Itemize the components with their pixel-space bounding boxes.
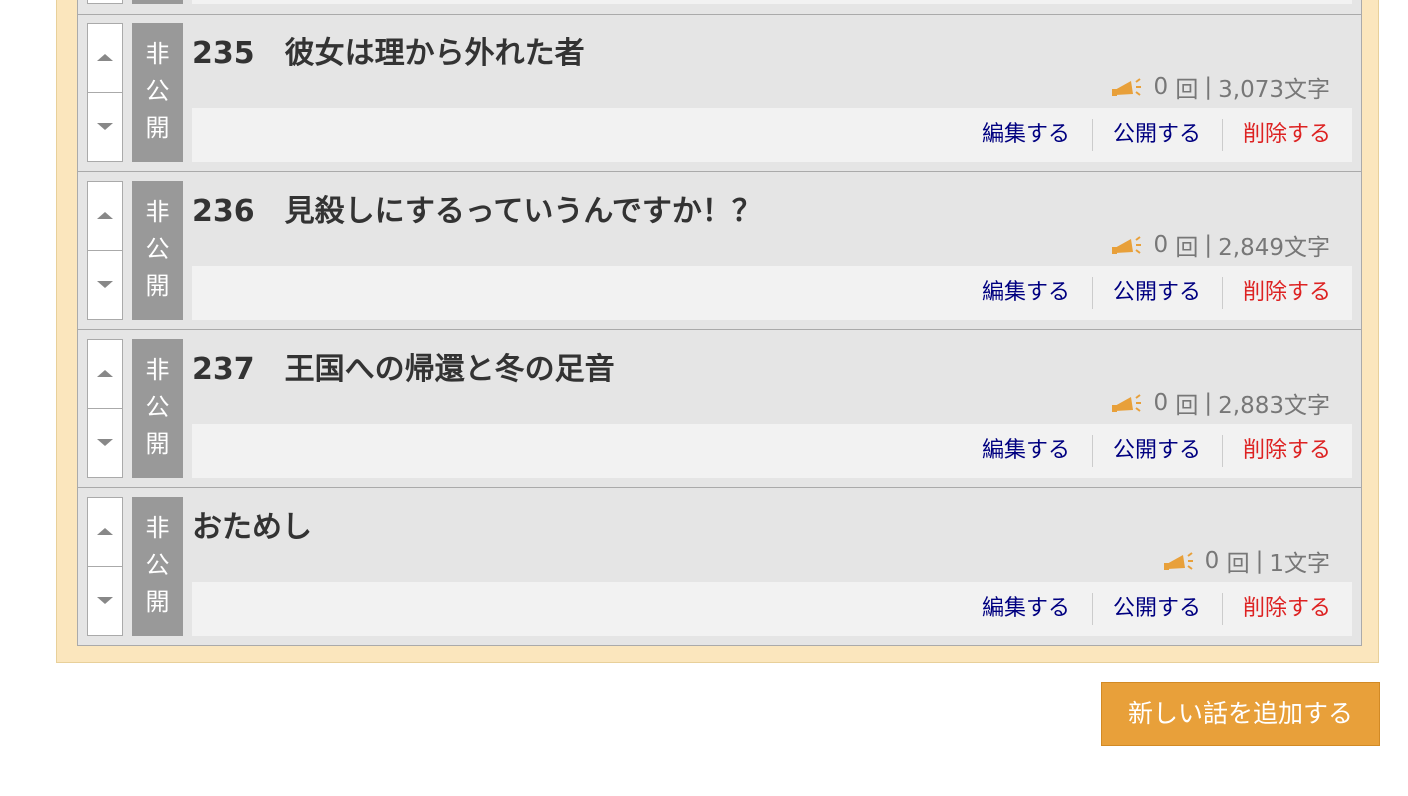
reorder-control — [87, 339, 123, 478]
char-count: 2,849文字 — [1218, 235, 1330, 261]
cheer-count-unit: 回 — [1175, 393, 1199, 419]
edit-link[interactable]: 編集する — [982, 424, 1070, 478]
add-episode-button[interactable]: 新しい話を追加する — [1101, 682, 1380, 746]
episode-row: 非 公 開 237 王国への帰還と冬の足音 0 回 | 2,883文字 編集する — [78, 330, 1361, 488]
episode-actions: 編集する 公開する 削除する — [192, 108, 1352, 162]
delete-link[interactable]: 削除する — [1243, 424, 1331, 478]
reorder-control — [87, 23, 123, 162]
megaphone-icon — [1163, 552, 1193, 570]
edit-link[interactable]: 編集する — [982, 582, 1070, 636]
edit-link[interactable]: 編集する — [982, 108, 1070, 162]
status-char: 公 — [145, 393, 170, 421]
delete-link[interactable]: 削除する — [1243, 266, 1331, 320]
action-divider — [1092, 119, 1093, 151]
previous-actions-stub — [192, 0, 1352, 4]
move-down-button[interactable] — [88, 251, 122, 320]
publish-link[interactable]: 公開する — [1113, 582, 1201, 636]
episode-row: 非 公 開 236 見殺しにするっていうんですか！？ 0 回 | 2,849文字… — [78, 172, 1361, 330]
episode-panel: 非 公 開 235 彼女は理から外れた者 0 回 | 3,073文字 編集する — [56, 0, 1379, 663]
meta-separator: | — [1255, 548, 1264, 574]
megaphone-icon — [1112, 394, 1142, 412]
move-down-button[interactable] — [88, 567, 122, 636]
episode-title[interactable]: 235 彼女は理から外れた者 — [192, 28, 585, 72]
episode-row: 非 公 開 235 彼女は理から外れた者 0 回 | 3,073文字 編集する — [78, 14, 1361, 172]
publish-link[interactable]: 公開する — [1113, 424, 1201, 478]
status-char: 公 — [145, 551, 170, 579]
meta-separator: | — [1204, 74, 1213, 100]
chevron-down-icon — [97, 597, 113, 605]
status-char: 公 — [145, 77, 170, 105]
chevron-down-icon — [97, 123, 113, 131]
megaphone-icon — [1112, 78, 1142, 96]
episode-meta: 0 回 | 3,073文字 — [1111, 70, 1330, 104]
char-count: 2,883文字 — [1218, 393, 1330, 419]
episode-meta: 0 回 | 2,849文字 — [1111, 228, 1330, 262]
previous-row-stub — [78, 0, 1361, 15]
action-divider — [1222, 277, 1223, 309]
status-char: 開 — [145, 430, 170, 458]
action-divider — [1222, 435, 1223, 467]
move-up-button[interactable] — [88, 498, 122, 567]
reorder-control — [87, 181, 123, 320]
episode-meta: 0 回 | 2,883文字 — [1111, 386, 1330, 420]
publish-link[interactable]: 公開する — [1113, 108, 1201, 162]
episode-actions: 編集する 公開する 削除する — [192, 266, 1352, 320]
cheer-count: 0 — [1153, 74, 1169, 100]
move-down-button[interactable] — [88, 409, 122, 478]
action-divider — [1092, 593, 1093, 625]
episode-meta: 0 回 | 1文字 — [1163, 544, 1330, 578]
episode-actions: 編集する 公開する 削除する — [192, 424, 1352, 478]
meta-separator: | — [1204, 390, 1213, 416]
reorder-control — [87, 497, 123, 636]
move-down-button[interactable] — [88, 93, 122, 162]
move-up-button[interactable] — [88, 182, 122, 251]
status-badge: 非 公 開 — [132, 497, 183, 636]
status-char: 開 — [145, 272, 170, 300]
meta-separator: | — [1204, 232, 1213, 258]
status-char: 非 — [145, 514, 170, 542]
status-char: 非 — [145, 198, 170, 226]
cheer-count-unit: 回 — [1175, 77, 1199, 103]
episode-title[interactable]: 236 見殺しにするっていうんですか！？ — [192, 186, 762, 230]
move-up-button[interactable] — [88, 24, 122, 93]
delete-link[interactable]: 削除する — [1243, 108, 1331, 162]
publish-link[interactable]: 公開する — [1113, 266, 1201, 320]
delete-link[interactable]: 削除する — [1243, 582, 1331, 636]
chevron-up-icon — [97, 54, 113, 62]
cheer-count: 0 — [1204, 548, 1220, 574]
chevron-down-icon — [97, 281, 113, 289]
episode-title[interactable]: 237 王国への帰還と冬の足音 — [192, 344, 615, 388]
cheer-count: 0 — [1153, 390, 1169, 416]
status-char: 非 — [145, 356, 170, 384]
previous-status-stub — [132, 0, 183, 4]
action-divider — [1222, 593, 1223, 625]
char-count: 3,073文字 — [1218, 77, 1330, 103]
episode-title[interactable]: おためし — [192, 502, 312, 546]
episode-actions: 編集する 公開する 削除する — [192, 582, 1352, 636]
cheer-count: 0 — [1153, 232, 1169, 258]
status-badge: 非 公 開 — [132, 339, 183, 478]
chevron-up-icon — [97, 528, 113, 536]
action-divider — [1092, 277, 1093, 309]
status-badge: 非 公 開 — [132, 23, 183, 162]
edit-link[interactable]: 編集する — [982, 266, 1070, 320]
chevron-up-icon — [97, 212, 113, 220]
cheer-count-unit: 回 — [1226, 551, 1250, 577]
status-char: 開 — [145, 114, 170, 142]
episode-list: 非 公 開 235 彼女は理から外れた者 0 回 | 3,073文字 編集する — [77, 0, 1362, 646]
status-badge: 非 公 開 — [132, 181, 183, 320]
previous-arrow-stub — [87, 0, 123, 4]
move-up-button[interactable] — [88, 340, 122, 409]
status-char: 非 — [145, 40, 170, 68]
status-char: 開 — [145, 588, 170, 616]
chevron-down-icon — [97, 439, 113, 447]
char-count: 1文字 — [1269, 551, 1330, 577]
cheer-count-unit: 回 — [1175, 235, 1199, 261]
chevron-up-icon — [97, 370, 113, 378]
status-char: 公 — [145, 235, 170, 263]
megaphone-icon — [1112, 236, 1142, 254]
action-divider — [1092, 435, 1093, 467]
action-divider — [1222, 119, 1223, 151]
episode-row: 非 公 開 おためし 0 回 | 1文字 編集する 公開する 削除する — [78, 488, 1361, 646]
